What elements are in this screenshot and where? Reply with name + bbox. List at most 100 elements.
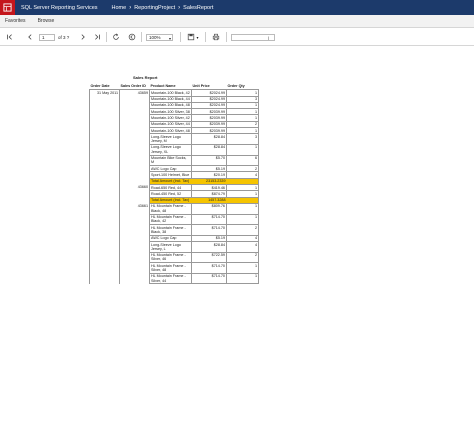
col-order-date: Order Date bbox=[89, 83, 120, 91]
order-date-cell bbox=[89, 273, 120, 284]
order-qty-cell: 1 bbox=[226, 262, 259, 274]
sales-order-id-cell: 43661 bbox=[119, 203, 150, 215]
sales-order-id-cell bbox=[119, 262, 150, 274]
table-row: Long-Sleeve Logo Jersey, M $28.84 3 bbox=[89, 133, 259, 145]
report-viewer: Sales Report Order Date Sales Order ID P… bbox=[0, 46, 474, 427]
app-header: SQL Server Reporting Services Home › Rep… bbox=[0, 0, 474, 15]
order-qty-cell: 1 bbox=[226, 144, 259, 156]
find-caret: | bbox=[267, 35, 269, 40]
product-name-cell: HL Mountain Frame - Black, 38 bbox=[149, 224, 192, 236]
unit-price-cell: $5.70 bbox=[191, 155, 227, 167]
refresh-icon[interactable] bbox=[111, 32, 120, 42]
order-qty-cell: 2 bbox=[226, 252, 259, 264]
unit-price-cell: $28.84 bbox=[191, 241, 227, 253]
table-row: HL Mountain Frame - Silver, 48 $714.70 1 bbox=[89, 262, 259, 274]
sales-order-id-cell bbox=[119, 214, 150, 225]
unit-price-cell: $722.59 bbox=[191, 252, 227, 264]
toolbar-divider bbox=[106, 32, 107, 42]
product-name-cell: Mountain Bike Socks, M bbox=[149, 155, 192, 167]
table-row: Long-Sleeve Logo Jersey, L $28.84 4 bbox=[89, 241, 259, 253]
sales-order-id-cell bbox=[119, 133, 150, 145]
sales-order-id-cell bbox=[119, 224, 150, 236]
toolbar-divider bbox=[205, 32, 206, 42]
product-name-cell: HL Mountain Frame - Black, 42 bbox=[149, 214, 192, 226]
chevron-down-icon: ▾ bbox=[168, 36, 171, 41]
order-date-cell bbox=[89, 241, 120, 253]
order-date-cell bbox=[89, 203, 120, 215]
order-qty-cell: 1 bbox=[226, 273, 259, 285]
product-name-cell: HL Mountain Frame - Silver, 44 bbox=[149, 273, 192, 285]
product-name-cell: HL Mountain Frame - Silver, 46 bbox=[149, 252, 192, 264]
order-qty-cell: 1 bbox=[226, 203, 259, 215]
order-date-cell bbox=[89, 133, 120, 145]
report-title: Sales Report bbox=[133, 75, 158, 80]
table-row: HL Mountain Frame - Black, 42 $714.70 1 bbox=[89, 214, 259, 226]
unit-price-cell: $28.84 bbox=[191, 144, 227, 156]
col-order-qty: Order Qty bbox=[226, 83, 259, 91]
sales-order-id-cell bbox=[119, 252, 150, 263]
zoom-select[interactable]: 100% ▾ bbox=[146, 34, 173, 41]
export-dropdown-icon[interactable]: ▾ bbox=[195, 32, 200, 42]
col-product-name: Product Name bbox=[149, 83, 192, 91]
unit-price-cell: $714.70 bbox=[191, 224, 227, 236]
toolbar-divider bbox=[226, 32, 227, 42]
order-qty-cell: 4 bbox=[226, 241, 259, 253]
previous-page-icon[interactable] bbox=[25, 32, 34, 42]
table-row: HL Mountain Frame - Silver, 46 $722.59 2 bbox=[89, 252, 259, 264]
product-name-cell: HL Mountain Frame - Silver, 48 bbox=[149, 262, 192, 274]
table-row: HL Mountain Frame - Black, 38 $714.70 2 bbox=[89, 224, 259, 236]
sales-order-id-cell bbox=[119, 144, 150, 156]
ssrs-logo-icon[interactable] bbox=[0, 0, 15, 15]
order-qty-cell: 6 bbox=[226, 155, 259, 167]
order-date-cell bbox=[89, 155, 120, 166]
unit-price-cell: $714.70 bbox=[191, 214, 227, 226]
sales-order-id-cell bbox=[119, 241, 150, 253]
next-page-icon[interactable] bbox=[78, 32, 87, 42]
app-title: SQL Server Reporting Services bbox=[21, 4, 98, 11]
order-qty-cell: 2 bbox=[226, 224, 259, 236]
page-number-input[interactable]: 1 bbox=[39, 34, 55, 41]
order-date-cell bbox=[89, 214, 120, 225]
table-row: 43661 HL Mountain Frame - Black, 48 $809.7… bbox=[89, 203, 259, 215]
breadcrumb: Home › ReportingProject › SalesReport bbox=[112, 5, 214, 11]
zoom-value: 100% bbox=[149, 35, 161, 40]
product-name-cell: HL Mountain Frame - Black, 48 bbox=[149, 203, 192, 215]
report-toolbar: 1 of 3 ? 100% ▾ ▾ | bbox=[0, 28, 474, 46]
breadcrumb-home[interactable]: Home bbox=[112, 5, 127, 11]
menu-favorites[interactable]: Favorites bbox=[5, 18, 26, 24]
last-page-icon[interactable] bbox=[92, 32, 101, 42]
menu-bar: Favorites Browse bbox=[0, 15, 474, 28]
product-name-cell: Long-Sleeve Logo Jersey, XL bbox=[149, 144, 192, 156]
table-row: HL Mountain Frame - Silver, 44 $714.70 1 bbox=[89, 273, 259, 285]
breadcrumb-report[interactable]: SalesReport bbox=[183, 5, 213, 11]
sales-table: Order Date Sales Order ID Product Name U… bbox=[89, 83, 259, 285]
order-qty-cell: 1 bbox=[226, 214, 259, 226]
chevron-right-icon: › bbox=[178, 4, 181, 11]
order-date-cell bbox=[89, 262, 120, 274]
save-icon[interactable] bbox=[186, 32, 195, 42]
toolbar-divider bbox=[180, 32, 181, 42]
product-name-cell: Long-Sleeve Logo Jersey, M bbox=[149, 133, 192, 145]
order-date-cell bbox=[89, 144, 120, 156]
unit-price-cell: $714.70 bbox=[191, 273, 227, 285]
back-to-parent-icon[interactable] bbox=[127, 32, 136, 42]
print-icon[interactable] bbox=[211, 32, 220, 42]
breadcrumb-project[interactable]: ReportingProject bbox=[134, 5, 175, 11]
page-count: of 3 ? bbox=[58, 35, 70, 40]
product-name-cell: Long-Sleeve Logo Jersey, L bbox=[149, 241, 192, 253]
col-sales-order-id: Sales Order ID bbox=[119, 83, 150, 91]
menu-browse[interactable]: Browse bbox=[38, 18, 55, 24]
unit-price-cell: $714.70 bbox=[191, 262, 227, 274]
table-row: Mountain Bike Socks, M $5.70 6 bbox=[89, 155, 259, 167]
table-header-row: Order Date Sales Order ID Product Name U… bbox=[89, 83, 259, 91]
toolbar-divider bbox=[141, 32, 142, 42]
order-qty-cell: 3 bbox=[226, 133, 259, 145]
order-date-cell bbox=[89, 252, 120, 263]
col-unit-price: Unit Price bbox=[191, 83, 227, 91]
find-text-input[interactable]: | bbox=[231, 34, 275, 41]
chevron-right-icon: › bbox=[129, 4, 132, 11]
first-page-icon[interactable] bbox=[5, 32, 14, 42]
order-date-cell bbox=[89, 224, 120, 236]
sales-order-id-cell bbox=[119, 155, 150, 166]
table-row: Long-Sleeve Logo Jersey, XL $28.84 1 bbox=[89, 144, 259, 156]
